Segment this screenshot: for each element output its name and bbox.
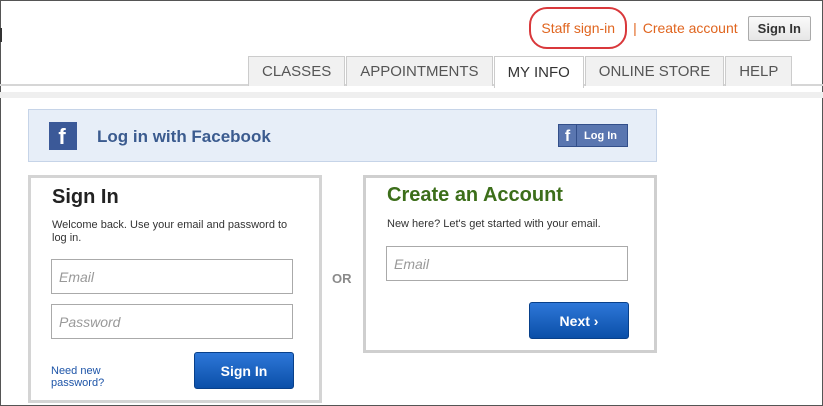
- header-signin-button[interactable]: Sign In: [747, 15, 811, 41]
- tab-underline: [0, 92, 823, 98]
- facebook-f-icon: f: [559, 125, 577, 146]
- create-account-email-field[interactable]: Email: [386, 246, 628, 281]
- next-button[interactable]: Next ›: [529, 302, 629, 339]
- tab-help[interactable]: HELP: [725, 56, 793, 86]
- facebook-login-button[interactable]: f Log In: [558, 124, 628, 147]
- create-account-description: New here? Let's get started with your em…: [387, 218, 601, 230]
- tab-bar: CLASSES APPOINTMENTS MY INFO ONLINE STOR…: [0, 56, 823, 88]
- signin-description: Welcome back. Use your email and passwor…: [52, 219, 288, 244]
- facebook-login-button-label: Log In: [584, 129, 617, 142]
- or-divider: OR: [332, 271, 352, 286]
- facebook-logo-icon: f: [49, 122, 77, 150]
- signin-submit-button[interactable]: Sign In: [194, 352, 294, 389]
- signin-password-field[interactable]: Password: [51, 304, 293, 339]
- create-account-panel: Create an Account New here? Let's get st…: [363, 175, 657, 353]
- facebook-login-bar: f Log in with Facebook f Log In: [28, 109, 657, 162]
- tab-appointments[interactable]: APPOINTMENTS: [346, 56, 493, 86]
- tab-online-store[interactable]: ONLINE STORE: [584, 56, 725, 86]
- facebook-login-text: Log in with Facebook: [97, 127, 271, 146]
- top-links: Staff sign-in | Create account Sign In: [529, 7, 811, 49]
- create-account-link[interactable]: Create account: [643, 20, 738, 36]
- signin-title: Sign In: [52, 186, 119, 208]
- tabs: CLASSES APPOINTMENTS MY INFO ONLINE STOR…: [248, 56, 793, 88]
- forgot-password-link[interactable]: Need new password?: [51, 365, 131, 389]
- tab-classes[interactable]: CLASSES: [248, 56, 346, 86]
- signin-email-field[interactable]: Email: [51, 259, 293, 294]
- link-separator: |: [633, 20, 637, 36]
- signin-panel: Sign In Welcome back. Use your email and…: [28, 175, 322, 403]
- staff-signin-link[interactable]: Staff sign-in: [529, 7, 628, 49]
- create-account-title: Create an Account: [387, 184, 563, 206]
- edge-marker: [0, 28, 2, 42]
- tab-my-info[interactable]: MY INFO: [493, 56, 584, 88]
